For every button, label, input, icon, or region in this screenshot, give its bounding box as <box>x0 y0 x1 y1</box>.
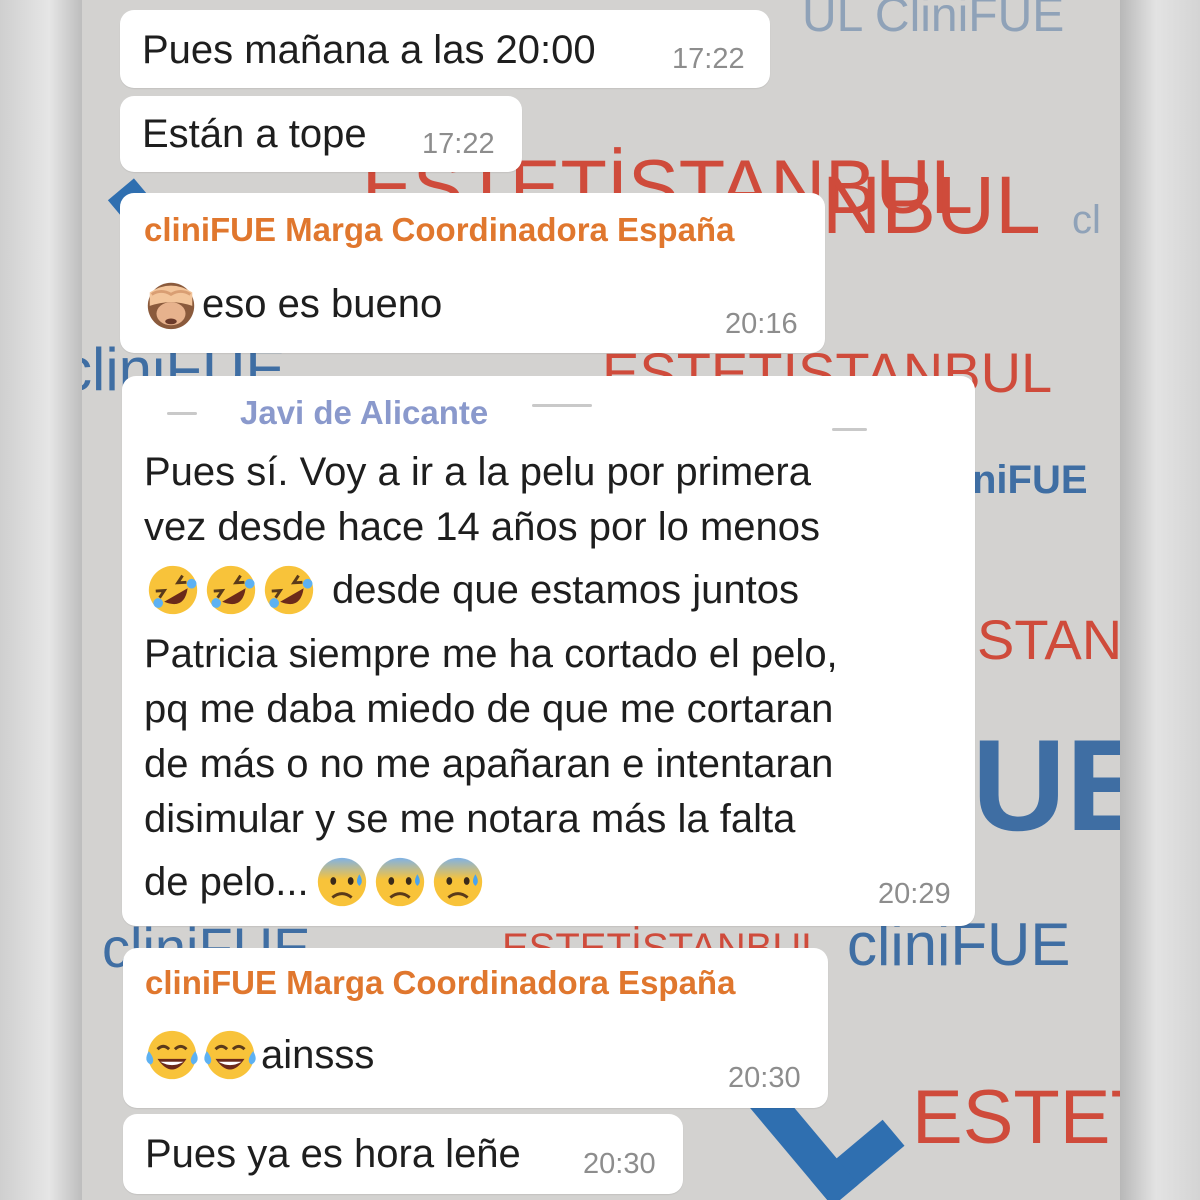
message-time: 17:22 <box>422 128 495 160</box>
message-text: Pues mañana a las 20:00 <box>142 28 596 72</box>
message-line: de pelo... <box>144 860 309 904</box>
redaction-mark <box>167 412 197 415</box>
sender-name: Javi de Alicante <box>240 394 489 431</box>
message-line: disimular y se me notara más la falta <box>144 796 796 841</box>
message-line: desde que estamos juntos <box>332 568 799 612</box>
message-line: Pues sí. Voy a ir a la pelu por primera <box>144 449 811 494</box>
watermark-stan: STAN <box>977 608 1120 671</box>
message-text: Están a tope <box>142 112 367 156</box>
message-time: 20:29 <box>878 878 951 910</box>
message-bubble-incoming[interactable]: Javi de Alicante Pues sí. Voy a ir a la … <box>122 376 975 926</box>
message-content: ainsss <box>143 1026 374 1084</box>
see-no-evil-monkey-icon <box>142 275 200 333</box>
redaction-mark <box>832 428 867 431</box>
anxious-face-with-sweat-icon <box>371 853 429 911</box>
message-text: ainsss <box>261 1033 375 1077</box>
message-line: Patricia siempre me ha cortado el pelo, <box>144 631 838 676</box>
message-content: eso es bueno <box>142 275 442 333</box>
message-line-with-emojis: desde que estamos juntos <box>144 554 838 626</box>
message-line: vez desde hace 14 años por lo menos <box>144 504 820 549</box>
message-time: 20:16 <box>725 308 798 340</box>
message-text-block: Pues sí. Voy a ir a la pelu por primera … <box>144 444 838 918</box>
watermark-cl: cl <box>1072 198 1101 242</box>
message-line: de más o no me apañaran e intentaran <box>144 741 834 786</box>
message-bubble-incoming[interactable]: cliniFUE Marga Coordinadora España ainss… <box>123 948 828 1108</box>
sender-name: cliniFUE Marga Coordinadora España <box>144 211 735 248</box>
anxious-face-with-sweat-icon <box>429 853 487 911</box>
message-text: eso es bueno <box>202 282 443 326</box>
rolling-on-floor-laughing-icon <box>202 561 260 619</box>
rolling-on-floor-laughing-icon <box>260 561 318 619</box>
anxious-face-with-sweat-icon <box>313 853 371 911</box>
sender-name: cliniFUE Marga Coordinadora España <box>145 964 736 1001</box>
message-time: 20:30 <box>583 1148 656 1180</box>
message-text: Pues ya es hora leñe <box>145 1132 521 1176</box>
message-bubble-outgoing[interactable]: Pues mañana a las 20:00 17:22 <box>120 10 770 88</box>
right-blurred-frame <box>1120 0 1200 1200</box>
message-bubble-incoming[interactable]: cliniFUE Marga Coordinadora España eso e… <box>120 193 825 353</box>
watermark-ue: UE <box>972 712 1120 858</box>
watermark-nbul: NBUL <box>822 160 1041 251</box>
watermark-nifue: niFUE <box>972 458 1088 502</box>
face-with-tears-of-joy-icon <box>201 1026 259 1084</box>
rolling-on-floor-laughing-icon <box>144 561 202 619</box>
message-time: 20:30 <box>728 1062 801 1094</box>
face-with-tears-of-joy-icon <box>143 1026 201 1084</box>
message-line-with-emojis: de pelo... <box>144 846 838 918</box>
redaction-mark <box>532 404 592 407</box>
message-bubble-outgoing[interactable]: Pues ya es hora leñe 20:30 <box>123 1114 683 1194</box>
left-blurred-frame <box>0 0 82 1200</box>
message-bubble-outgoing[interactable]: Están a tope 17:22 <box>120 96 522 172</box>
watermark-este: ESTET <box>912 1075 1120 1160</box>
message-time: 17:22 <box>672 43 745 75</box>
message-line: pq me daba miedo de que me cortaran <box>144 686 834 731</box>
watermark-top: UL CliniFUE <box>802 0 1065 42</box>
